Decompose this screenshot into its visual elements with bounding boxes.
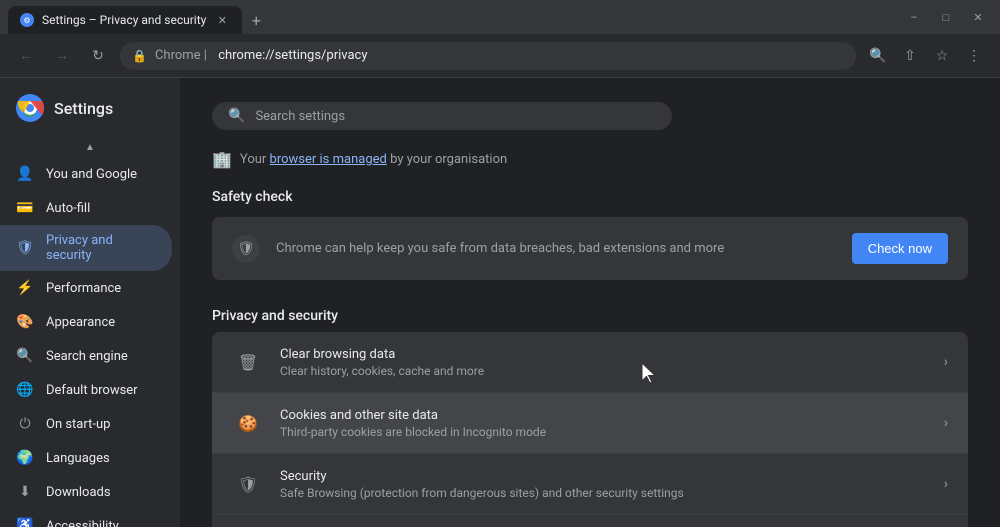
sidebar-item-label: Auto-fill [46, 201, 90, 216]
sidebar-item-label: Search engine [46, 349, 128, 364]
search-settings-placeholder: Search settings [255, 109, 345, 124]
sidebar-item-downloads[interactable]: ⬇ Downloads [0, 475, 172, 509]
settings-search[interactable]: 🔍 Search settings [212, 102, 672, 130]
trash-icon: 🗑 [232, 346, 264, 378]
window-controls: – □ ✕ [900, 7, 1000, 27]
chevron-right-icon: › [944, 415, 948, 431]
navbar: ← → ↻ 🔒 Chrome | chrome://settings/priva… [0, 34, 1000, 78]
search-tabs-button[interactable]: 🔍 [864, 42, 892, 70]
sidebar-item-label: Downloads [46, 485, 111, 500]
settings-item-content: Clear browsing data Clear history, cooki… [280, 347, 944, 378]
back-button[interactable]: ← [12, 42, 40, 70]
address-bar[interactable]: 🔒 Chrome | chrome://settings/privacy [120, 42, 856, 70]
sidebar-item-default-browser[interactable]: 🌐 Default browser [0, 373, 172, 407]
chrome-logo-icon [16, 94, 44, 122]
sidebar-item-label: Languages [46, 451, 110, 466]
managed-notice: 🏢 Your browser is managed by your organi… [212, 150, 968, 169]
sidebar-item-accessibility[interactable]: ♿ Accessibility [0, 509, 172, 527]
sidebar: Settings ▲ 👤 You and Google 💳 Auto-fill … [0, 78, 180, 527]
managed-link[interactable]: browser is managed [270, 152, 387, 167]
safety-check-card: 🛡 Chrome can help keep you safe from dat… [212, 217, 968, 280]
sidebar-item-label: Appearance [46, 315, 115, 330]
settings-list: 🗑 Clear browsing data Clear history, coo… [212, 332, 968, 527]
sidebar-item-search-engine[interactable]: 🔍 Search engine [0, 339, 172, 373]
tab-close-button[interactable]: ✕ [214, 12, 230, 28]
downloads-icon: ⬇ [16, 483, 34, 501]
new-tab-button[interactable]: + [242, 6, 270, 34]
sidebar-title: Settings [54, 99, 113, 118]
settings-item-clear-browsing[interactable]: 🗑 Clear browsing data Clear history, coo… [212, 332, 968, 393]
check-now-button[interactable]: Check now [852, 233, 948, 264]
sidebar-item-label: Privacy and security [46, 233, 156, 263]
security-shield-icon: 🛡 [232, 468, 264, 500]
accessibility-icon: ♿ [16, 517, 34, 527]
tab-title: Settings – Privacy and security [42, 13, 206, 27]
sidebar-item-label: Performance [46, 281, 121, 296]
startup-icon: ⏻ [16, 415, 34, 433]
settings-item-subtitle: Safe Browsing (protection from dangerous… [280, 486, 944, 500]
sidebar-item-privacy[interactable]: 🛡 Privacy and security [0, 225, 172, 271]
person-icon: 👤 [16, 165, 34, 183]
search-settings-icon: 🔍 [228, 108, 245, 124]
search-engine-icon: 🔍 [16, 347, 34, 365]
sidebar-logo: Settings [0, 86, 180, 138]
sidebar-item-on-startup[interactable]: ⏻ On start-up [0, 407, 172, 441]
settings-item-title: Cookies and other site data [280, 408, 944, 423]
privacy-section-title: Privacy and security [212, 308, 968, 324]
tab-favicon: ⚙ [20, 13, 34, 27]
settings-item-title: Security [280, 469, 944, 484]
address-url: chrome://settings/privacy [218, 48, 844, 63]
titlebar: ⚙ Settings – Privacy and security ✕ + – … [0, 0, 1000, 34]
share-button[interactable]: ⇧ [896, 42, 924, 70]
maximize-button[interactable]: □ [932, 7, 960, 27]
tab-bar: ⚙ Settings – Privacy and security ✕ + [0, 0, 900, 34]
active-tab[interactable]: ⚙ Settings – Privacy and security ✕ [8, 6, 242, 34]
sidebar-item-label: On start-up [46, 417, 110, 432]
settings-item-content: Cookies and other site data Third-party … [280, 408, 944, 439]
minimize-button[interactable]: – [900, 7, 928, 27]
address-prefix: Chrome | [155, 48, 210, 63]
sidebar-item-label: Default browser [46, 383, 138, 398]
menu-button[interactable]: ⋮ [960, 42, 988, 70]
languages-icon: 🌍 [16, 449, 34, 467]
chevron-right-icon: › [944, 476, 948, 492]
performance-icon: ⚡ [16, 279, 34, 297]
sidebar-item-you-and-google[interactable]: 👤 You and Google [0, 157, 172, 191]
sidebar-item-appearance[interactable]: 🎨 Appearance [0, 305, 172, 339]
settings-item-title: Clear browsing data [280, 347, 944, 362]
sidebar-item-label: Accessibility [46, 519, 119, 527]
cookie-icon: 🍪 [232, 407, 264, 439]
forward-button[interactable]: → [48, 42, 76, 70]
settings-item-site-settings[interactable]: ⚙ Site settings Controls what informatio… [212, 515, 968, 527]
lock-icon: 🔒 [132, 49, 147, 63]
sidebar-item-performance[interactable]: ⚡ Performance [0, 271, 172, 305]
main-layout: Settings ▲ 👤 You and Google 💳 Auto-fill … [0, 78, 1000, 527]
sidebar-item-label: You and Google [46, 167, 137, 182]
settings-item-content: Security Safe Browsing (protection from … [280, 469, 944, 500]
autofill-icon: 💳 [16, 199, 34, 217]
managed-text: Your browser is managed by your organisa… [240, 152, 507, 167]
sidebar-scroll-up: ▲ [0, 138, 180, 157]
settings-item-security[interactable]: 🛡 Security Safe Browsing (protection fro… [212, 454, 968, 515]
sidebar-item-languages[interactable]: 🌍 Languages [0, 441, 172, 475]
safety-check-text: Chrome can help keep you safe from data … [276, 241, 836, 256]
shield-icon: 🛡 [16, 239, 34, 257]
sidebar-item-autofill[interactable]: 💳 Auto-fill [0, 191, 172, 225]
chevron-right-icon: › [944, 354, 948, 370]
safety-check-title: Safety check [212, 189, 968, 205]
close-button[interactable]: ✕ [964, 7, 992, 27]
settings-item-subtitle: Third-party cookies are blocked in Incog… [280, 425, 944, 439]
content-area: 🔍 Search settings 🏢 Your browser is mana… [180, 78, 1000, 527]
building-icon: 🏢 [212, 150, 232, 169]
navbar-right: 🔍 ⇧ ☆ ⋮ [864, 42, 988, 70]
appearance-icon: 🎨 [16, 313, 34, 331]
browser-icon: 🌐 [16, 381, 34, 399]
safety-shield-icon: 🛡 [232, 235, 260, 263]
settings-item-cookies[interactable]: 🍪 Cookies and other site data Third-part… [212, 393, 968, 454]
bookmark-button[interactable]: ☆ [928, 42, 956, 70]
reload-button[interactable]: ↻ [84, 42, 112, 70]
settings-item-subtitle: Clear history, cookies, cache and more [280, 364, 944, 378]
